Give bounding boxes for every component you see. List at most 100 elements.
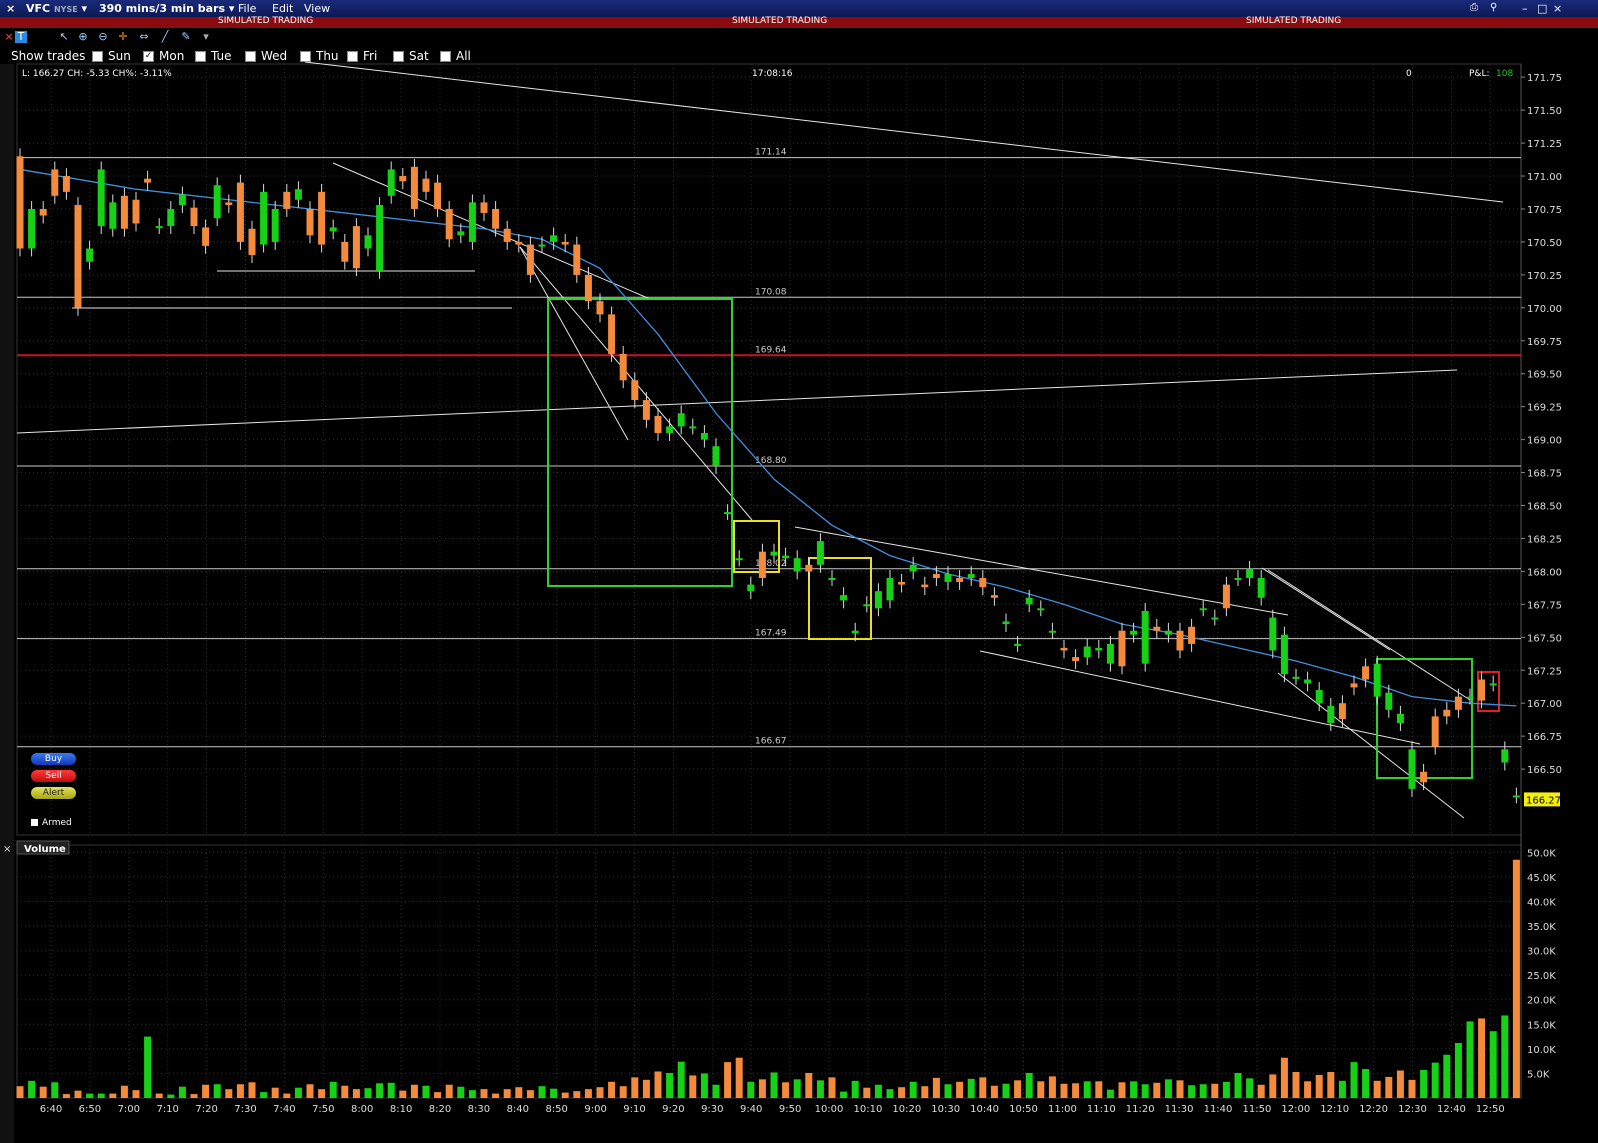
candle-body: [816, 541, 824, 565]
volume-bar: [828, 1077, 836, 1098]
clock-time: 17:08:16: [752, 69, 793, 79]
candle-body: [631, 380, 639, 401]
volume-bar: [898, 1087, 906, 1098]
close-volume-icon[interactable]: ×: [3, 844, 11, 855]
x-tick-label: 11:10: [1087, 1104, 1116, 1115]
armed-box[interactable]: [31, 819, 38, 826]
volume-bar: [1130, 1081, 1138, 1098]
volume-bar: [97, 1093, 105, 1098]
candle-body: [526, 244, 534, 275]
candle-body: [793, 558, 801, 572]
volume-bar: [213, 1084, 221, 1098]
volume-bar: [352, 1089, 360, 1098]
volume-bar: [538, 1086, 546, 1098]
y-tick-label: 171.50: [1527, 106, 1562, 117]
candle-body: [399, 176, 407, 182]
volume-bar: [480, 1089, 488, 1098]
x-tick-label: 7:20: [195, 1104, 217, 1115]
volume-bar: [956, 1081, 964, 1098]
candle-body: [1396, 713, 1404, 723]
alert-button[interactable]: Alert: [31, 787, 76, 799]
x-tick-label: 7:40: [273, 1104, 295, 1115]
x-tick-label: 7:50: [312, 1104, 334, 1115]
y-tick-label: 170.00: [1527, 304, 1562, 315]
volume-bar: [782, 1082, 790, 1098]
y-tick-label: 167.25: [1527, 666, 1562, 677]
volume-bar: [1222, 1081, 1230, 1098]
volume-bar: [1118, 1082, 1126, 1098]
volume-bar: [712, 1084, 720, 1098]
candle-body: [1362, 666, 1370, 680]
candle-body: [770, 551, 778, 556]
armed-checkbox[interactable]: Armed: [31, 818, 72, 828]
volume-bar: [596, 1087, 604, 1098]
volume-bar: [1269, 1074, 1277, 1098]
candle-body: [329, 227, 337, 232]
candle-body: [248, 228, 256, 256]
candle-body: [608, 314, 616, 354]
x-tick-label: 7:30: [234, 1104, 256, 1115]
candle-body: [213, 185, 221, 219]
volume-bar: [1246, 1078, 1254, 1098]
x-tick-label: 12:00: [1281, 1104, 1310, 1115]
volume-bar: [410, 1084, 418, 1098]
x-tick-label: 7:10: [156, 1104, 178, 1115]
volume-panel[interactable]: [16, 844, 1522, 1099]
volume-bar: [550, 1088, 558, 1098]
candle-body: [724, 512, 732, 515]
position-size: 0: [1406, 69, 1412, 79]
candle-body: [1025, 597, 1033, 605]
volume-bar: [503, 1089, 511, 1098]
volume-bar: [944, 1084, 952, 1098]
price-chart[interactable]: 6:40 6:50 7:00 7:10 7:20 7:30 7:40 7:50 8:00 8:10…: [0, 0, 1598, 1143]
candle-body: [97, 169, 105, 227]
volume-bar: [445, 1084, 453, 1098]
y-tick-label: 167.50: [1527, 633, 1562, 644]
candle-body: [1048, 630, 1056, 633]
y-tick-label: 168.50: [1527, 502, 1562, 513]
candle-body: [260, 191, 268, 245]
candle-body: [932, 574, 940, 578]
candle-body: [283, 191, 291, 209]
volume-bar: [1338, 1080, 1346, 1098]
volume-bar: [1431, 1062, 1439, 1098]
candle-body: [1257, 578, 1265, 598]
volume-bar: [1083, 1081, 1091, 1098]
price-panel[interactable]: [16, 63, 1522, 836]
buy-button[interactable]: Buy: [31, 753, 76, 765]
volume-bar: [1454, 1042, 1462, 1098]
candle-body: [1130, 630, 1138, 635]
candle-body: [457, 231, 465, 236]
volume-bar: [1188, 1085, 1196, 1098]
candle-body: [1014, 643, 1022, 646]
volume-bar: [758, 1079, 766, 1098]
candle-body: [1478, 679, 1486, 701]
candle-body: [1176, 630, 1184, 651]
vol-tick-label: 50.0K: [1527, 848, 1556, 859]
level-label: 166.67: [755, 737, 787, 747]
candle-body: [747, 584, 755, 592]
sell-button[interactable]: Sell: [31, 770, 76, 782]
volume-bar: [1257, 1084, 1265, 1098]
volume-bar: [990, 1085, 998, 1098]
volume-bar: [236, 1084, 244, 1098]
y-tick-label: 168.25: [1527, 534, 1562, 545]
volume-bar: [1048, 1076, 1056, 1098]
candle-body: [306, 208, 314, 236]
y-tick-label: 171.25: [1527, 139, 1562, 150]
y-tick-label: 171.00: [1527, 172, 1562, 183]
candle-body: [758, 551, 766, 578]
volume-bar: [1234, 1072, 1242, 1098]
pnl-value: 108: [1496, 69, 1513, 79]
candle-body: [202, 227, 210, 246]
level-label: 170.08: [755, 287, 787, 297]
volume-bar: [1350, 1062, 1358, 1098]
volume-bar: [805, 1072, 813, 1098]
x-tick-label: 8:00: [351, 1104, 373, 1115]
y-tick-label: 169.25: [1527, 403, 1562, 414]
volume-bar: [909, 1081, 917, 1098]
candle-body: [909, 564, 917, 572]
volume-bar: [51, 1082, 59, 1098]
candle-body: [1083, 646, 1091, 658]
vol-tick-label: 35.0K: [1527, 922, 1556, 933]
